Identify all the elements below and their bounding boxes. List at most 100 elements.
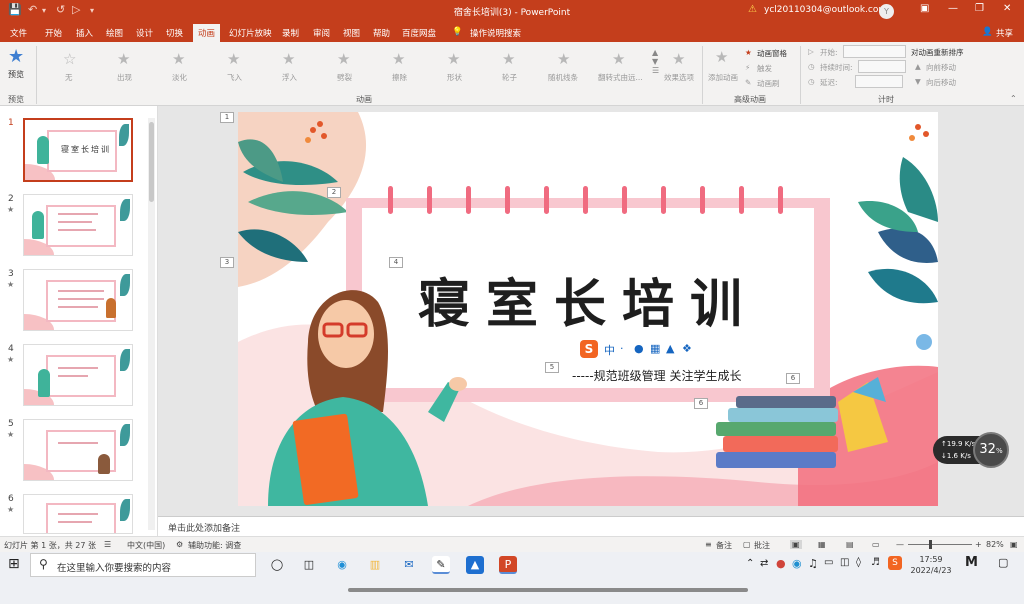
tab-design[interactable]: 设计 (136, 27, 153, 39)
trigger-button[interactable]: 触发 (757, 63, 772, 74)
image-app-icon[interactable]: ▲ (466, 556, 484, 574)
skin-shirt-icon[interactable]: ▲ (666, 342, 674, 355)
comments-button[interactable]: 批注 (754, 540, 770, 551)
file-explorer-icon[interactable]: ▥ (366, 556, 384, 574)
mail-icon[interactable]: ✉ (400, 556, 418, 574)
animation-tag[interactable]: 2 (327, 187, 341, 198)
warning-icon[interactable]: ⚠ (748, 4, 757, 15)
preview-button[interactable]: 预览 (8, 69, 24, 80)
trigger-icon[interactable]: ⚡ (745, 63, 750, 72)
notes-icon[interactable]: ≡ (705, 540, 712, 549)
close-icon[interactable]: ✕ (1003, 3, 1011, 14)
effect-none[interactable]: 无 (65, 72, 73, 83)
animation-tag[interactable]: 3 (220, 257, 234, 268)
duration-input[interactable] (858, 60, 906, 73)
zoom-slider[interactable] (908, 544, 972, 545)
animation-tag[interactable]: 5 (545, 362, 559, 373)
tab-transitions[interactable]: 切换 (166, 27, 183, 39)
ribbon-display-options-icon[interactable]: ▣ (920, 3, 929, 14)
microphone-icon[interactable]: ● (634, 342, 644, 355)
effect-fade[interactable]: 淡化 (172, 72, 187, 83)
effect-appear-icon[interactable]: ★ (117, 50, 130, 68)
slideshow-icon[interactable]: ▭ (872, 540, 880, 549)
volume-icon[interactable]: ♬ (871, 557, 880, 568)
thumbnail-scrollbar[interactable] (148, 118, 155, 530)
effect-options-icon[interactable]: ★ (672, 50, 685, 68)
effect-random-bars[interactable]: 随机线条 (548, 72, 578, 83)
pen-app-icon[interactable]: ✎ (432, 556, 450, 574)
slide-sorter-icon[interactable]: ▦ (818, 540, 826, 549)
animation-tag[interactable]: 6 (786, 373, 800, 384)
reading-view-icon[interactable]: ▤ (846, 540, 854, 549)
app-m-icon[interactable]: M (965, 555, 978, 570)
slide-thumbnail-5[interactable] (23, 419, 133, 481)
notes-button[interactable]: 备注 (716, 540, 732, 551)
slide-thumbnail-3[interactable] (23, 269, 133, 331)
animation-tag[interactable]: 6 (694, 398, 708, 409)
tab-animations[interactable]: 动画 (193, 24, 221, 42)
comments-icon[interactable]: ▢ (743, 540, 751, 549)
memory-percent-circle[interactable]: 32% (973, 432, 1009, 468)
animation-pane-icon[interactable]: ★ (745, 48, 752, 57)
effect-float-in-icon[interactable]: ★ (282, 50, 295, 68)
effect-grow-turn[interactable]: 翻转式由远... (598, 72, 643, 83)
move-later-icon[interactable]: ▼ (915, 77, 921, 86)
sync-icon[interactable]: ⇄ (760, 558, 768, 569)
tab-home[interactable]: 开始 (45, 27, 62, 39)
move-earlier-icon[interactable]: ▲ (915, 62, 921, 71)
battery-icon[interactable]: ▭ (824, 557, 833, 568)
zoom-level[interactable]: 82% (986, 540, 1004, 549)
effect-shape-icon[interactable]: ★ (447, 50, 460, 68)
notes-placeholder[interactable]: 单击此处添加备注 (168, 521, 240, 534)
zoom-slider-thumb[interactable] (929, 540, 932, 549)
current-slide[interactable]: 寝室长培训 -----规范班级管理 关注学生成长 S 中 · ● ▦ ▲ ❖ (238, 112, 938, 506)
normal-view-icon[interactable]: ▣ (790, 540, 802, 549)
keyboard-icon[interactable]: ▦ (650, 342, 660, 355)
effect-options-button[interactable]: 效果选项 (664, 72, 694, 83)
network-speed-widget[interactable]: ↑19.9 K/s ↓1.6 K/s 32% (933, 432, 1011, 468)
accessibility-icon[interactable]: ⚙ (176, 540, 183, 549)
maximize-icon[interactable]: ❐ (975, 3, 984, 14)
effect-float-in[interactable]: 浮入 (282, 72, 297, 83)
move-earlier-button[interactable]: 向前移动 (926, 62, 956, 73)
customize-toolbar-icon[interactable]: ▾ (90, 6, 94, 15)
apps-icon[interactable]: ❖ (682, 342, 692, 355)
account-email[interactable]: ycl20110304@outlook.com (764, 5, 887, 15)
edge-icon[interactable]: ◉ (333, 556, 351, 574)
microphone-tray-icon[interactable]: ♫ (808, 557, 818, 570)
ime-toolbar[interactable]: S 中 · ● ▦ ▲ ❖ (580, 340, 720, 358)
redo-icon[interactable]: ↺ (56, 3, 65, 16)
ime-punctuation-icon[interactable]: · (620, 342, 624, 355)
effect-wipe[interactable]: 擦除 (392, 72, 407, 83)
search-placeholder[interactable]: 在这里输入你要搜索的内容 (57, 560, 171, 574)
notifications-icon[interactable]: ▢ (998, 556, 1008, 569)
tab-review[interactable]: 审阅 (313, 27, 330, 39)
effect-shape[interactable]: 形状 (447, 72, 462, 83)
notes-pane[interactable]: 单击此处添加备注 (158, 516, 1024, 536)
undo-dropdown-icon[interactable]: ▾ (42, 6, 46, 15)
accessibility-status[interactable]: 辅助功能: 调查 (188, 540, 241, 551)
tab-record[interactable]: 录制 (282, 27, 299, 39)
preview-star-icon[interactable]: ★ (8, 46, 24, 67)
effect-fly-in[interactable]: 飞入 (227, 72, 242, 83)
move-later-button[interactable]: 向后移动 (926, 77, 956, 88)
effect-wheel[interactable]: 轮子 (502, 72, 517, 83)
scroll-thumb[interactable] (149, 122, 154, 202)
effect-random-bars-icon[interactable]: ★ (557, 50, 570, 68)
effect-fly-in-icon[interactable]: ★ (227, 50, 240, 68)
tell-me-search[interactable]: 操作说明搜索 (470, 27, 521, 39)
language-indicator[interactable]: 中文(中国) (127, 540, 165, 551)
network-icon[interactable]: ◫ (840, 557, 849, 568)
task-view-icon[interactable]: ◫ (300, 556, 318, 574)
tab-view[interactable]: 视图 (343, 27, 360, 39)
tab-help[interactable]: 帮助 (373, 27, 390, 39)
tab-baidu-netdisk[interactable]: 百度网盘 (402, 27, 436, 39)
sogou-tray-icon[interactable]: S (888, 556, 902, 570)
sogou-ime-icon[interactable]: S (580, 340, 598, 358)
animation-tag[interactable]: 4 (389, 257, 403, 268)
effect-split-icon[interactable]: ★ (337, 50, 350, 68)
share-button[interactable]: 共享 (996, 27, 1013, 39)
effect-wipe-icon[interactable]: ★ (392, 50, 405, 68)
animation-painter-button[interactable]: 动画刷 (757, 78, 780, 89)
start-dropdown[interactable] (843, 45, 906, 58)
